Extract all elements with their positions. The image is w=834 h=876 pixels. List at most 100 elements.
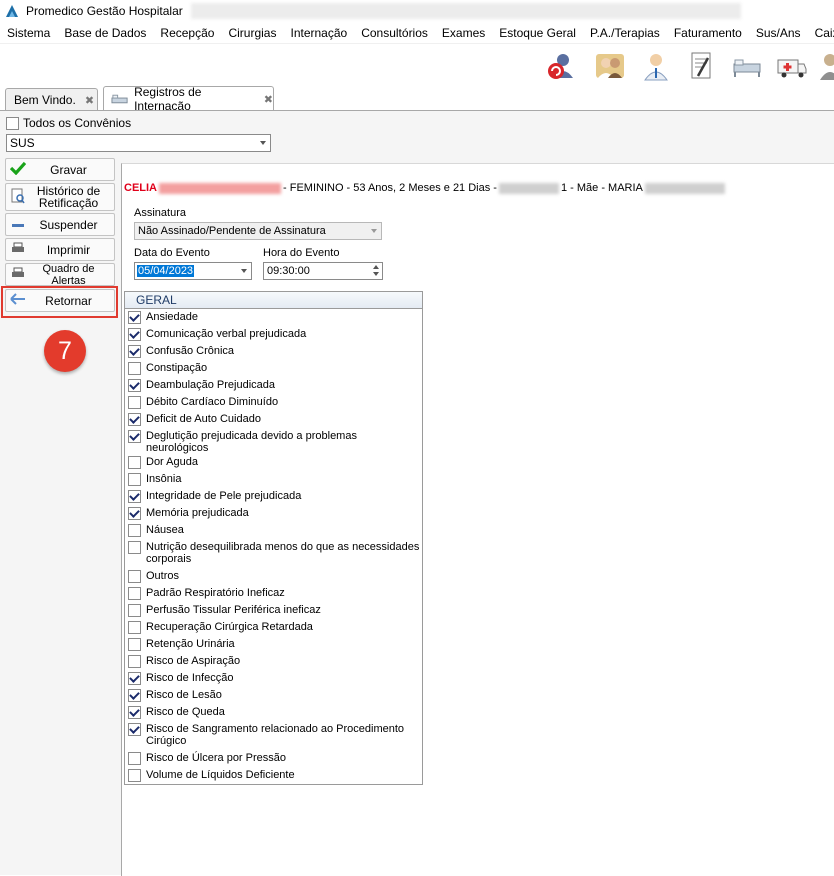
checklist-item[interactable]: Volume de Líquidos Deficiente bbox=[125, 767, 422, 784]
assinatura-label: Assinatura bbox=[134, 207, 186, 219]
todos-convenios-row[interactable]: Todos os Convênios bbox=[6, 116, 131, 130]
checkbox[interactable] bbox=[128, 362, 141, 375]
menu-sus-ans[interactable]: Sus/Ans bbox=[749, 26, 808, 40]
checklist-item[interactable]: Perfusão Tissular Periférica ineficaz bbox=[125, 602, 422, 619]
menu-caixa[interactable]: Caixa bbox=[808, 26, 834, 40]
checklist-item[interactable]: Risco de Infecção bbox=[125, 670, 422, 687]
spin-up-icon[interactable] bbox=[373, 265, 379, 269]
checklist-item-label: Deficit de Auto Cuidado bbox=[146, 413, 261, 425]
chevron-down-icon[interactable] bbox=[260, 141, 266, 145]
prescription-icon[interactable] bbox=[686, 50, 718, 82]
checklist-item[interactable]: Náusea bbox=[125, 522, 422, 539]
checklist-item[interactable]: Memória prejudicada bbox=[125, 505, 422, 522]
hora-evento-field[interactable]: 09:30:00 bbox=[263, 262, 383, 280]
checkbox[interactable] bbox=[128, 456, 141, 469]
checkbox[interactable] bbox=[128, 379, 141, 392]
checkbox[interactable] bbox=[128, 541, 141, 554]
convenio-value: SUS bbox=[10, 136, 35, 150]
checklist-item[interactable]: Ansiedade bbox=[125, 309, 422, 326]
checklist-item[interactable]: Deglutição prejudicada devido a problema… bbox=[125, 428, 422, 454]
menu-cirurgias[interactable]: Cirurgias bbox=[221, 26, 283, 40]
checklist-item[interactable]: Padrão Respiratório Ineficaz bbox=[125, 585, 422, 602]
data-evento-field[interactable]: 05/04/2023 bbox=[134, 262, 252, 280]
close-icon[interactable]: ✖ bbox=[85, 94, 94, 107]
menu-recepcao[interactable]: Recepção bbox=[153, 26, 221, 40]
checkbox[interactable] bbox=[128, 587, 141, 600]
ambulance-icon[interactable] bbox=[776, 50, 808, 82]
checklist-item[interactable]: Deficit de Auto Cuidado bbox=[125, 411, 422, 428]
checkbox[interactable] bbox=[128, 723, 141, 736]
checkbox[interactable] bbox=[128, 311, 141, 324]
menu-estoque-geral[interactable]: Estoque Geral bbox=[492, 26, 583, 40]
checklist-item[interactable]: Confusão Crônica bbox=[125, 343, 422, 360]
checklist-item[interactable]: Deambulação Prejudicada bbox=[125, 377, 422, 394]
doctor-icon[interactable] bbox=[640, 50, 672, 82]
menu-pa-terapias[interactable]: P.A./Terapias bbox=[583, 26, 667, 40]
checkbox[interactable] bbox=[128, 621, 141, 634]
hospital-bed-icon[interactable] bbox=[731, 50, 763, 82]
users-refresh-icon[interactable] bbox=[545, 50, 577, 82]
chevron-down-icon[interactable] bbox=[371, 229, 377, 233]
checkbox[interactable] bbox=[128, 490, 141, 503]
close-icon[interactable]: ✖ bbox=[264, 93, 273, 106]
checklist-item[interactable]: Comunicação verbal prejudicada bbox=[125, 326, 422, 343]
checklist-item-label: Risco de Aspiração bbox=[146, 655, 241, 667]
checkbox[interactable] bbox=[128, 672, 141, 685]
gravar-button[interactable]: Gravar bbox=[5, 158, 115, 181]
chevron-down-icon[interactable] bbox=[241, 269, 247, 273]
checklist-item[interactable]: Retenção Urinária bbox=[125, 636, 422, 653]
patient-info: - FEMININO - 53 Anos, 2 Meses e 21 Dias … bbox=[283, 182, 497, 194]
checklist-item[interactable]: Risco de Aspiração bbox=[125, 653, 422, 670]
checklist-item[interactable]: Risco de Lesão bbox=[125, 687, 422, 704]
tab-bem-vindo[interactable]: Bem Vindo. ✖ bbox=[5, 88, 98, 111]
menu-base-de-dados[interactable]: Base de Dados bbox=[57, 26, 153, 40]
checkbox[interactable] bbox=[128, 396, 141, 409]
doctors-group-icon[interactable] bbox=[594, 50, 626, 82]
menu-consultorios[interactable]: Consultórios bbox=[354, 26, 435, 40]
checkbox[interactable] bbox=[128, 706, 141, 719]
checkbox[interactable] bbox=[128, 689, 141, 702]
menu-internacao[interactable]: Internação bbox=[283, 26, 354, 40]
historico-retificacao-button[interactable]: Histórico de Retificação bbox=[5, 183, 115, 211]
checklist-item[interactable]: Risco de Sangramento relacionado ao Proc… bbox=[125, 721, 422, 750]
menu-sistema[interactable]: Sistema bbox=[0, 26, 57, 40]
checklist-item-label: Nutrição desequilibrada menos do que as … bbox=[146, 541, 420, 565]
checkbox[interactable] bbox=[128, 473, 141, 486]
checklist-item[interactable]: Dor Aguda bbox=[125, 454, 422, 471]
patient-name-redacted bbox=[159, 182, 281, 194]
imprimir-button[interactable]: Imprimir bbox=[5, 238, 115, 261]
checkbox[interactable] bbox=[128, 655, 141, 668]
checkbox[interactable] bbox=[128, 570, 141, 583]
patient-header: CELIA - FEMININO - 53 Anos, 2 Meses e 21… bbox=[124, 182, 727, 194]
checklist-item[interactable]: Constipação bbox=[125, 360, 422, 377]
checkbox[interactable] bbox=[128, 328, 141, 341]
quadro-de-alertas-button[interactable]: Quadro de Alertas bbox=[5, 263, 115, 287]
checkbox[interactable] bbox=[128, 345, 141, 358]
checkbox[interactable] bbox=[128, 413, 141, 426]
checklist-item-label: Deambulação Prejudicada bbox=[146, 379, 276, 391]
todos-convenios-checkbox[interactable] bbox=[6, 116, 19, 130]
checklist-item[interactable]: Outros bbox=[125, 568, 422, 585]
convenio-select[interactable]: SUS bbox=[6, 134, 271, 152]
menu-faturamento[interactable]: Faturamento bbox=[667, 26, 749, 40]
suspender-button[interactable]: Suspender bbox=[5, 213, 115, 236]
checklist-item[interactable]: Integridade de Pele prejudicada bbox=[125, 488, 422, 505]
checklist-item[interactable]: Insônia bbox=[125, 471, 422, 488]
checklist-item[interactable]: Nutrição desequilibrada menos do que as … bbox=[125, 539, 422, 568]
menu-exames[interactable]: Exames bbox=[435, 26, 492, 40]
checkbox[interactable] bbox=[128, 430, 141, 443]
checkbox[interactable] bbox=[128, 769, 141, 782]
checklist-item[interactable]: Débito Cardíaco Diminuído bbox=[125, 394, 422, 411]
checklist-item[interactable]: Recuperação Cirúrgica Retardada bbox=[125, 619, 422, 636]
spin-down-icon[interactable] bbox=[373, 272, 379, 276]
checklist-item[interactable]: Risco de Úlcera por Pressão bbox=[125, 750, 422, 767]
checklist-item[interactable]: Risco de Queda bbox=[125, 704, 422, 721]
checkbox[interactable] bbox=[128, 604, 141, 617]
checkbox[interactable] bbox=[128, 752, 141, 765]
person-icon[interactable] bbox=[820, 50, 834, 82]
checkbox[interactable] bbox=[128, 524, 141, 537]
assinatura-select[interactable]: Não Assinado/Pendente de Assinatura bbox=[134, 222, 382, 240]
tab-registros-de-internacao[interactable]: Registros de Internação ✖ bbox=[103, 85, 274, 113]
checkbox[interactable] bbox=[128, 638, 141, 651]
checkbox[interactable] bbox=[128, 507, 141, 520]
